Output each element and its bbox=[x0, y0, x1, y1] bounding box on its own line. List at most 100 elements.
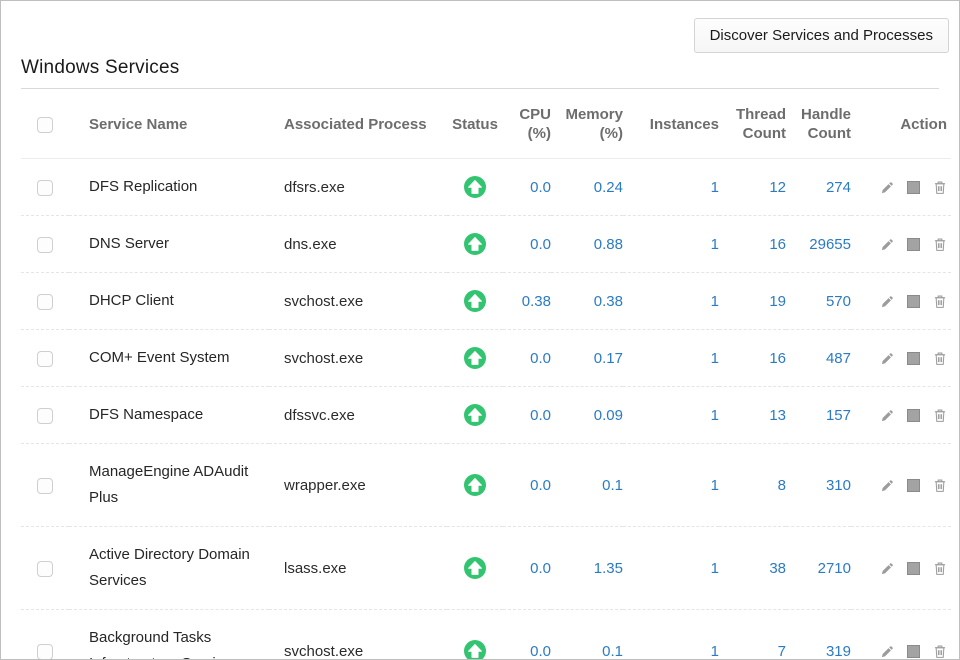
memory-percent-value[interactable]: 1.35 bbox=[594, 560, 623, 577]
stop-icon[interactable] bbox=[907, 238, 920, 251]
thread-count-value[interactable]: 12 bbox=[769, 179, 786, 196]
stop-icon[interactable] bbox=[907, 479, 920, 492]
row-checkbox[interactable] bbox=[37, 180, 53, 196]
cpu-percent-value[interactable]: 0.0 bbox=[530, 643, 551, 660]
delete-icon[interactable] bbox=[933, 478, 947, 493]
instances-value[interactable]: 1 bbox=[711, 236, 719, 253]
memory-percent-value[interactable]: 0.1 bbox=[602, 477, 623, 494]
associated-process: svchost.exe bbox=[284, 643, 363, 660]
stop-icon[interactable] bbox=[907, 645, 920, 658]
instances-value[interactable]: 1 bbox=[711, 560, 719, 577]
thread-count-value[interactable]: 16 bbox=[769, 350, 786, 367]
action-cell bbox=[851, 273, 951, 330]
table-row: DNS Server dns.exe 0.0 0.88 1 16 29655 bbox=[21, 216, 951, 273]
cpu-percent-value[interactable]: 0.0 bbox=[530, 477, 551, 494]
edit-icon[interactable] bbox=[880, 479, 894, 493]
row-checkbox[interactable] bbox=[37, 351, 53, 367]
row-checkbox[interactable] bbox=[37, 294, 53, 310]
instances-value[interactable]: 1 bbox=[711, 407, 719, 424]
column-header-cpu: CPU (%) bbox=[503, 89, 551, 159]
handle-count-value[interactable]: 319 bbox=[826, 643, 851, 660]
cpu-percent-value[interactable]: 0.0 bbox=[530, 179, 551, 196]
memory-percent-value[interactable]: 0.09 bbox=[594, 407, 623, 424]
row-checkbox[interactable] bbox=[37, 478, 53, 494]
memory-percent-value[interactable]: 0.1 bbox=[602, 643, 623, 660]
row-checkbox[interactable] bbox=[37, 237, 53, 253]
memory-percent-value[interactable]: 0.38 bbox=[594, 293, 623, 310]
edit-icon[interactable] bbox=[880, 409, 894, 423]
delete-icon[interactable] bbox=[933, 351, 947, 366]
column-header-handle-count: Handle Count bbox=[786, 89, 851, 159]
delete-icon[interactable] bbox=[933, 561, 947, 576]
column-header-thread-count: Thread Count bbox=[719, 89, 786, 159]
handle-count-value[interactable]: 2710 bbox=[818, 560, 851, 577]
cpu-percent-value[interactable]: 0.38 bbox=[522, 293, 551, 310]
memory-percent-value[interactable]: 0.24 bbox=[594, 179, 623, 196]
edit-icon[interactable] bbox=[880, 562, 894, 576]
action-cell bbox=[851, 387, 951, 444]
edit-icon[interactable] bbox=[880, 181, 894, 195]
thread-count-value[interactable]: 8 bbox=[778, 477, 786, 494]
status-up-icon bbox=[464, 233, 486, 255]
column-header-service-name: Service Name bbox=[69, 89, 269, 159]
delete-icon[interactable] bbox=[933, 237, 947, 252]
cpu-percent-value[interactable]: 0.0 bbox=[530, 350, 551, 367]
instances-value[interactable]: 1 bbox=[711, 179, 719, 196]
services-table: Service Name Associated Process Status C… bbox=[21, 89, 951, 660]
instances-value[interactable]: 1 bbox=[711, 643, 719, 660]
row-select-cell bbox=[21, 159, 69, 216]
handle-count-value[interactable]: 157 bbox=[826, 407, 851, 424]
row-checkbox[interactable] bbox=[37, 408, 53, 424]
row-select-cell bbox=[21, 527, 69, 610]
column-header-associated-process: Associated Process bbox=[269, 89, 447, 159]
handle-count-value[interactable]: 487 bbox=[826, 350, 851, 367]
instances-value[interactable]: 1 bbox=[711, 293, 719, 310]
row-select-cell bbox=[21, 444, 69, 527]
associated-process: dfssvc.exe bbox=[284, 407, 355, 424]
instances-value[interactable]: 1 bbox=[711, 477, 719, 494]
service-name: DHCP Client bbox=[89, 288, 174, 314]
table-row: Active Directory Domain Services lsass.e… bbox=[21, 527, 951, 610]
row-checkbox[interactable] bbox=[37, 561, 53, 577]
edit-icon[interactable] bbox=[880, 238, 894, 252]
cpu-percent-value[interactable]: 0.0 bbox=[530, 236, 551, 253]
stop-icon[interactable] bbox=[907, 562, 920, 575]
instances-value[interactable]: 1 bbox=[711, 350, 719, 367]
table-row: ManageEngine ADAudit Plus wrapper.exe 0.… bbox=[21, 444, 951, 527]
handle-count-value[interactable]: 570 bbox=[826, 293, 851, 310]
action-cell bbox=[851, 527, 951, 610]
delete-icon[interactable] bbox=[933, 644, 947, 659]
delete-icon[interactable] bbox=[933, 180, 947, 195]
stop-icon[interactable] bbox=[907, 295, 920, 308]
row-checkbox[interactable] bbox=[37, 644, 53, 660]
thread-count-value[interactable]: 38 bbox=[769, 560, 786, 577]
select-all-checkbox[interactable] bbox=[37, 117, 53, 133]
row-select-cell bbox=[21, 387, 69, 444]
cpu-percent-value[interactable]: 0.0 bbox=[530, 560, 551, 577]
edit-icon[interactable] bbox=[880, 352, 894, 366]
edit-icon[interactable] bbox=[880, 645, 894, 659]
delete-icon[interactable] bbox=[933, 408, 947, 423]
discover-services-button[interactable]: Discover Services and Processes bbox=[694, 18, 949, 53]
action-cell bbox=[851, 610, 951, 660]
table-header-row: Service Name Associated Process Status C… bbox=[21, 89, 951, 159]
handle-count-value[interactable]: 310 bbox=[826, 477, 851, 494]
column-header-instances: Instances bbox=[623, 89, 719, 159]
thread-count-value[interactable]: 7 bbox=[778, 643, 786, 660]
edit-icon[interactable] bbox=[880, 295, 894, 309]
delete-icon[interactable] bbox=[933, 294, 947, 309]
status-up-icon bbox=[464, 404, 486, 426]
thread-count-value[interactable]: 13 bbox=[769, 407, 786, 424]
stop-icon[interactable] bbox=[907, 181, 920, 194]
cpu-percent-value[interactable]: 0.0 bbox=[530, 407, 551, 424]
action-cell bbox=[851, 330, 951, 387]
stop-icon[interactable] bbox=[907, 409, 920, 422]
column-header-status: Status bbox=[447, 89, 503, 159]
stop-icon[interactable] bbox=[907, 352, 920, 365]
thread-count-value[interactable]: 16 bbox=[769, 236, 786, 253]
memory-percent-value[interactable]: 0.88 bbox=[594, 236, 623, 253]
memory-percent-value[interactable]: 0.17 bbox=[594, 350, 623, 367]
handle-count-value[interactable]: 274 bbox=[826, 179, 851, 196]
handle-count-value[interactable]: 29655 bbox=[809, 236, 851, 253]
thread-count-value[interactable]: 19 bbox=[769, 293, 786, 310]
